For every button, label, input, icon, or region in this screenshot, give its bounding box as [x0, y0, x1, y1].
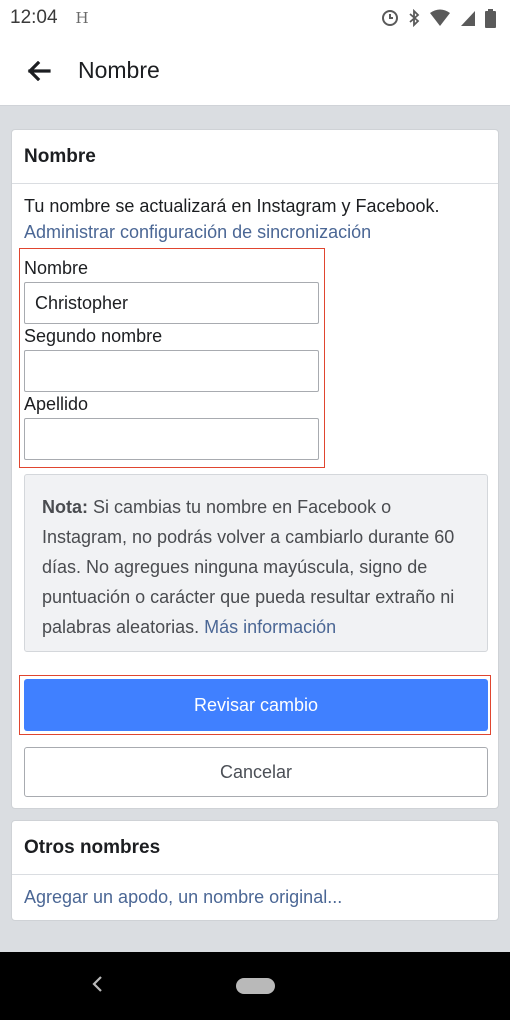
add-nickname-link[interactable]: Agregar un apodo, un nombre original...: [24, 887, 342, 908]
status-bar: 12:04 H: [0, 0, 510, 36]
cancel-button[interactable]: Cancelar: [24, 747, 488, 797]
back-button[interactable]: [0, 36, 78, 106]
sync-icon: [382, 10, 398, 26]
nav-home-pill[interactable]: [236, 978, 275, 994]
last-name-input[interactable]: [24, 418, 319, 460]
middle-name-label: Segundo nombre: [24, 326, 163, 346]
status-icons: [381, 8, 496, 28]
last-name-label: Apellido: [24, 394, 89, 414]
first-name-input[interactable]: [24, 282, 319, 324]
notification-icon: H: [75, 9, 89, 27]
middle-name-input[interactable]: [24, 350, 319, 392]
status-time: 12:04: [10, 7, 58, 28]
review-change-button[interactable]: Revisar cambio: [24, 679, 488, 731]
signal-icon: [461, 11, 475, 26]
page-title: Nombre: [78, 57, 160, 83]
wifi-icon: [430, 9, 450, 26]
system-nav-bar: [0, 952, 510, 1020]
battery-icon: [485, 8, 496, 28]
note-box: Nota: Si cambias tu nombre en Facebook o…: [24, 474, 488, 652]
sync-description: Tu nombre se actualizará en Instagram y …: [24, 196, 440, 216]
more-info-link[interactable]: Más información: [204, 617, 336, 637]
nav-back-icon[interactable]: [90, 974, 104, 994]
other-names-title: Otros nombres: [12, 821, 498, 875]
bluetooth-icon: [409, 9, 420, 27]
app-bar: Nombre: [0, 36, 510, 106]
arrow-left-icon: [27, 60, 51, 81]
note-text: Si cambias tu nombre en Facebook o Insta…: [42, 497, 455, 637]
first-name-label: Nombre: [24, 258, 89, 278]
name-card: Nombre Tu nombre se actualizará en Insta…: [11, 129, 499, 809]
other-names-card: Otros nombres Agregar un apodo, un nombr…: [11, 820, 499, 921]
manage-sync-link[interactable]: Administrar configuración de sincronizac…: [24, 222, 371, 243]
name-card-title: Nombre: [12, 130, 498, 184]
note-label: Nota:: [42, 497, 88, 517]
